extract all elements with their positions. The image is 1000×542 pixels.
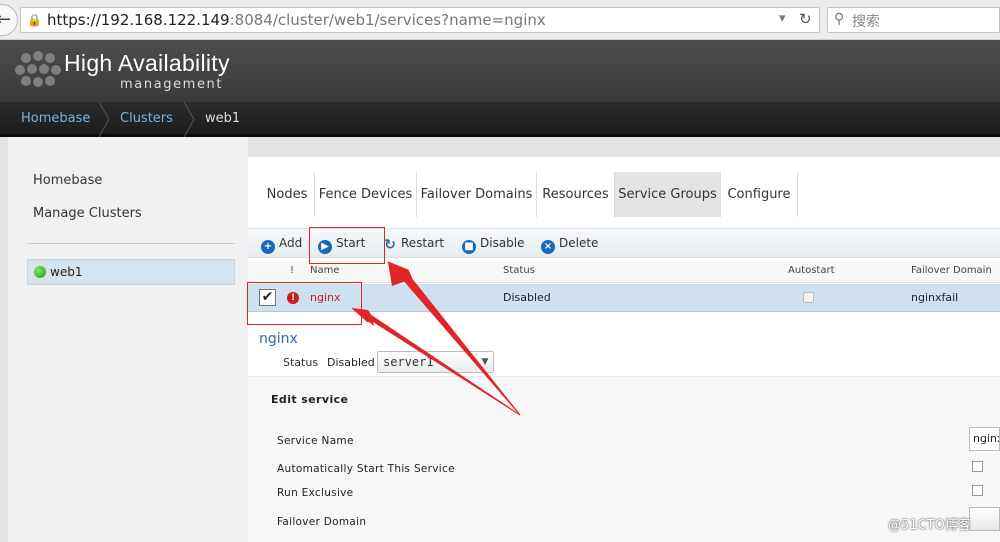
cluster-name: web1 [50,265,83,279]
tab-resources[interactable]: Resources [537,172,615,217]
add-button[interactable]: + Add [261,236,302,254]
back-button[interactable]: ← [0,4,18,36]
breadcrumb-clusters[interactable]: Clusters [120,111,173,126]
column-header-flag: ! [290,265,295,276]
service-title: nginx [259,331,298,347]
search-input[interactable]: ⚲ 搜索 [827,7,1000,33]
restart-label: Restart [401,236,445,250]
stop-icon: ■ [462,240,476,254]
service-failover-domain: nginxfail [911,291,959,304]
close-icon: × [541,240,555,254]
sidebar-item-cluster-web1[interactable]: web1 [27,259,235,285]
service-status: Disabled [503,291,551,304]
plus-icon: + [261,240,275,254]
column-header-status[interactable]: Status [503,265,535,276]
chevron-down-icon: ▼ [476,353,493,371]
column-header-autostart[interactable]: Autostart [788,265,835,276]
url-text: https://192.168.122.149:8084/cluster/web… [47,11,546,29]
refresh-icon: ↻ [384,237,396,253]
delete-label: Delete [559,236,599,250]
breadcrumb-separator [183,102,195,137]
status-value: Disabled [327,356,375,369]
lock-icon: 🔒 [27,13,42,27]
search-placeholder: 搜索 [852,14,880,30]
left-sidebar: Homebase Manage Clusters web1 [8,137,248,542]
service-name-label: Service Name [277,435,354,447]
breadcrumb-current: web1 [205,111,241,126]
search-icon: ⚲ [834,11,845,27]
status-online-icon [34,266,46,278]
node-select[interactable]: server1 ▼ [377,351,494,373]
delete-button[interactable]: × Delete [541,236,598,254]
breadcrumb: Homebase Clusters web1 [0,102,1000,137]
tab-configure[interactable]: Configure [721,172,798,217]
breadcrumb-separator [98,102,110,137]
app-subtitle: management [120,77,224,92]
page-body: Homebase Manage Clusters web1 Nodes Fenc… [0,137,1000,542]
tab-fence-devices[interactable]: Fence Devices [315,172,417,217]
main-content: Nodes Fence Devices Failover Domains Res… [248,157,1000,542]
restart-button[interactable]: ↻ Restart [383,236,444,252]
service-name-input[interactable]: nginx [969,427,1000,451]
run-exclusive-checkbox[interactable] [972,485,983,496]
url-path: :8084/cluster/web1/services?name=nginx [229,11,546,29]
annotation-box-row [247,282,362,325]
tab-failover-domains[interactable]: Failover Domains [417,172,537,217]
disable-button[interactable]: ■ Disable [462,236,525,254]
sidebar-item-manage-clusters[interactable]: Manage Clusters [33,206,142,221]
table-header: ! Name Status Autostart Failover Domain [248,261,1000,283]
autostart-checkbox [803,292,814,303]
watermark: @51CTO博客 [888,518,971,533]
divider [28,243,235,244]
node-select-value: server1 [383,355,434,369]
app-title: High Availability [64,50,230,76]
logo-icon [15,51,61,87]
column-header-failover-domain[interactable]: Failover Domain [911,265,992,276]
autostart-checkbox-field[interactable] [972,461,983,472]
tab-service-groups[interactable]: Service Groups [615,172,721,217]
annotation-box-start [309,227,385,264]
status-label: Status [283,356,319,369]
column-header-name[interactable]: Name [310,265,340,276]
tab-bar: Nodes Fence Devices Failover Domains Res… [248,172,1000,217]
reload-icon[interactable]: ↻ [799,10,812,28]
breadcrumb-homebase[interactable]: Homebase [21,111,90,126]
app-header: High Availability management [0,40,1000,102]
url-host: https://192.168.122.149 [47,11,230,29]
add-label: Add [279,236,303,250]
browser-toolbar: ← 🔒 https://192.168.122.149:8084/cluster… [0,0,1000,40]
address-bar[interactable]: 🔒 https://192.168.122.149:8084/cluster/w… [20,7,820,33]
failover-domain-select[interactable] [969,507,1000,531]
autostart-label: Automatically Start This Service [277,463,455,475]
run-exclusive-label: Run Exclusive [277,487,354,499]
tab-nodes[interactable]: Nodes [260,172,315,217]
sidebar-item-homebase[interactable]: Homebase [33,173,102,188]
edit-service-title: Edit service [271,393,349,406]
failover-domain-label: Failover Domain [277,516,367,528]
chevron-down-icon[interactable]: ▾ [779,11,786,26]
disable-label: Disable [480,236,525,250]
